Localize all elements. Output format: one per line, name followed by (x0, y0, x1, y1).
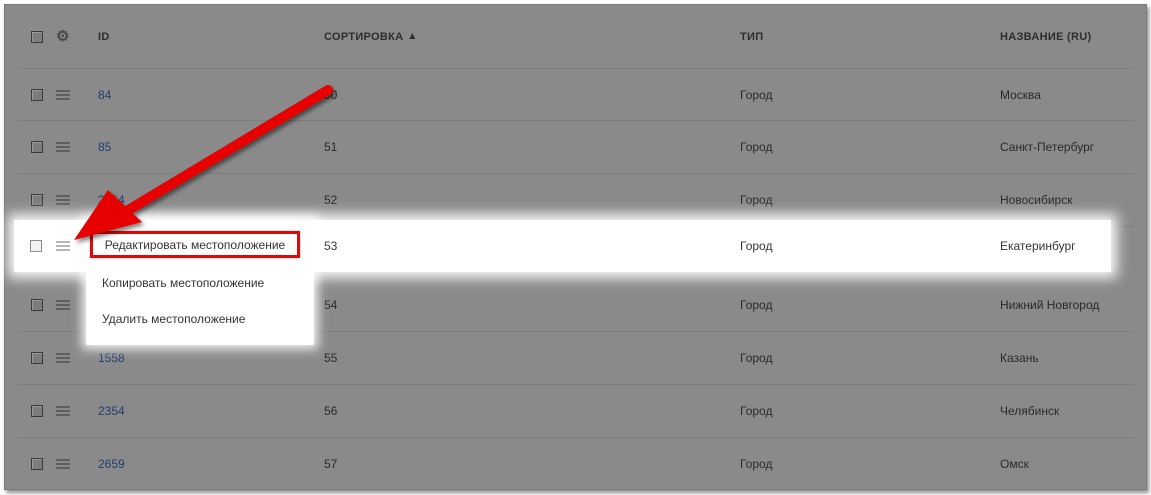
copy-location-menu-item[interactable]: Копировать местоположение (102, 276, 264, 290)
row-sort: 51 (324, 140, 338, 154)
select-all-checkbox[interactable] (31, 30, 43, 43)
row-menu-icon[interactable] (56, 406, 70, 416)
row-sort: 54 (324, 298, 338, 312)
row-type: Город (740, 193, 773, 207)
row-checkbox[interactable] (30, 240, 42, 252)
column-header-id[interactable]: ID (98, 5, 110, 68)
row-type: Город (740, 298, 773, 312)
column-header-type[interactable]: ТИП (740, 5, 763, 68)
row-checkbox[interactable] (31, 352, 43, 364)
row-name: Челябинск (1000, 404, 1060, 418)
row-name: Нижний Новгород (1000, 298, 1100, 312)
row-type: Город (740, 404, 773, 418)
row-name: Екатеринбург (1000, 239, 1076, 253)
edit-location-label: Редактировать местоположение (104, 237, 286, 252)
row-name: Москва (1000, 87, 1041, 102)
row-checkbox[interactable] (31, 194, 43, 206)
row-name: Санкт-Петербург (1000, 140, 1095, 154)
row-sort: 57 (324, 456, 338, 471)
table-row: 2659 57 Город Омск (18, 438, 1134, 489)
row-type: Город (740, 456, 773, 471)
table-row: 84 50 Город Москва (18, 69, 1134, 121)
sort-asc-icon: ▲ (407, 31, 418, 42)
row-id-link[interactable]: 2614 (98, 174, 125, 226)
row-sort: 55 (324, 351, 338, 365)
row-name: Казань (1000, 351, 1039, 365)
row-menu-icon[interactable] (56, 89, 70, 100)
row-sort: 53 (324, 239, 338, 253)
row-sort: 52 (324, 193, 338, 207)
row-type: Город (740, 351, 773, 365)
row-sort: 56 (324, 404, 338, 418)
row-checkbox[interactable] (31, 88, 43, 101)
row-type: Город (740, 140, 773, 154)
gear-icon[interactable]: ⚙ (56, 29, 70, 44)
row-type: Город (740, 239, 773, 253)
row-menu-icon[interactable] (56, 300, 70, 310)
row-id-link[interactable]: 84 (98, 69, 111, 120)
row-context-menu: Редактировать местоположение Копировать … (86, 220, 314, 345)
row-menu-icon[interactable] (56, 458, 70, 469)
table-header: ⚙ ID СОРТИРОВКА ▲ ТИП НАЗВАНИЕ (RU) (18, 5, 1134, 69)
row-checkbox[interactable] (31, 457, 43, 470)
row-checkbox[interactable] (31, 405, 43, 417)
delete-location-menu-item[interactable]: Удалить местоположение (102, 312, 245, 326)
row-menu-icon[interactable] (56, 241, 70, 251)
table-row: 85 51 Город Санкт-Петербург (18, 121, 1134, 174)
row-id-link[interactable]: 2354 (98, 385, 125, 437)
row-menu-icon[interactable] (56, 142, 70, 152)
row-checkbox[interactable] (31, 141, 43, 153)
row-name: Новосибирск (1000, 193, 1073, 207)
row-menu-icon[interactable] (56, 195, 70, 205)
edit-location-menu-item[interactable]: Редактировать местоположение (90, 231, 300, 258)
column-header-name[interactable]: НАЗВАНИЕ (RU) (1000, 5, 1091, 68)
row-id-link[interactable]: 85 (98, 121, 111, 173)
row-name: Омск (1000, 456, 1029, 471)
column-header-sort[interactable]: СОРТИРОВКА ▲ (324, 5, 418, 68)
row-type: Город (740, 87, 773, 102)
row-id-link[interactable]: 2659 (98, 438, 125, 489)
row-menu-icon[interactable] (56, 353, 70, 363)
table-row: 2354 56 Город Челябинск (18, 385, 1134, 438)
row-checkbox[interactable] (31, 299, 43, 311)
row-sort: 50 (324, 87, 338, 102)
